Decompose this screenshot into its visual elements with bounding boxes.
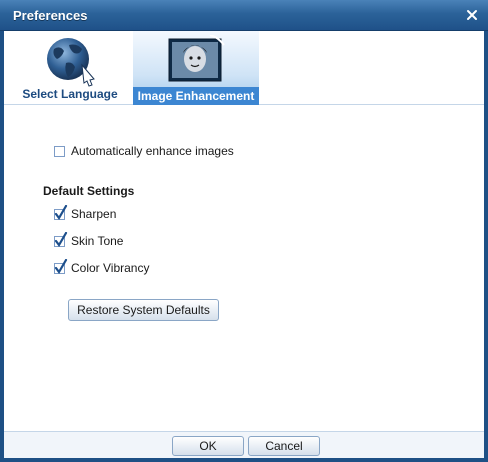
checkmark-icon — [54, 231, 68, 247]
dialog-footer: OK Cancel — [4, 431, 484, 458]
title-bar[interactable]: Preferences — [0, 0, 488, 31]
globe-icon — [42, 35, 98, 90]
color-vibrancy-option[interactable]: Color Vibrancy — [54, 258, 150, 275]
checkmark-icon — [54, 258, 68, 274]
close-icon[interactable] — [465, 8, 479, 22]
checkmark-icon — [54, 204, 68, 220]
skin-tone-label: Skin Tone — [71, 234, 124, 248]
auto-enhance-option[interactable]: Automatically enhance images — [54, 144, 234, 158]
restore-defaults-button[interactable]: Restore System Defaults — [68, 299, 219, 321]
sharpen-option[interactable]: Sharpen — [54, 204, 117, 221]
auto-enhance-checkbox[interactable] — [54, 145, 65, 157]
sharpen-label: Sharpen — [71, 207, 117, 221]
tab-label: Select Language — [22, 87, 118, 101]
preferences-window: Preferences Select Language Image Enhanc… — [0, 0, 488, 462]
image-enhancement-panel: Automatically enhance images Default Set… — [4, 106, 484, 431]
skin-tone-option[interactable]: Skin Tone — [54, 231, 124, 248]
color-vibrancy-checkbox[interactable] — [54, 258, 68, 274]
window-title: Preferences — [13, 8, 88, 23]
cancel-button[interactable]: Cancel — [248, 436, 320, 456]
tab-image-enhancement[interactable]: Image Enhancement — [133, 31, 259, 105]
default-settings-heading: Default Settings — [43, 184, 135, 198]
color-vibrancy-label: Color Vibrancy — [71, 261, 150, 275]
auto-enhance-label: Automatically enhance images — [71, 144, 234, 158]
photo-icon — [164, 34, 228, 88]
tab-bar: Select Language Image Enhancement — [4, 31, 484, 105]
ok-button[interactable]: OK — [172, 436, 244, 456]
sharpen-checkbox[interactable] — [54, 204, 68, 220]
tab-select-language[interactable]: Select Language — [14, 31, 126, 105]
skin-tone-checkbox[interactable] — [54, 231, 68, 247]
tab-label: Image Enhancement — [133, 87, 259, 105]
dialog-body: Select Language Image Enhancement Automa… — [4, 31, 484, 458]
